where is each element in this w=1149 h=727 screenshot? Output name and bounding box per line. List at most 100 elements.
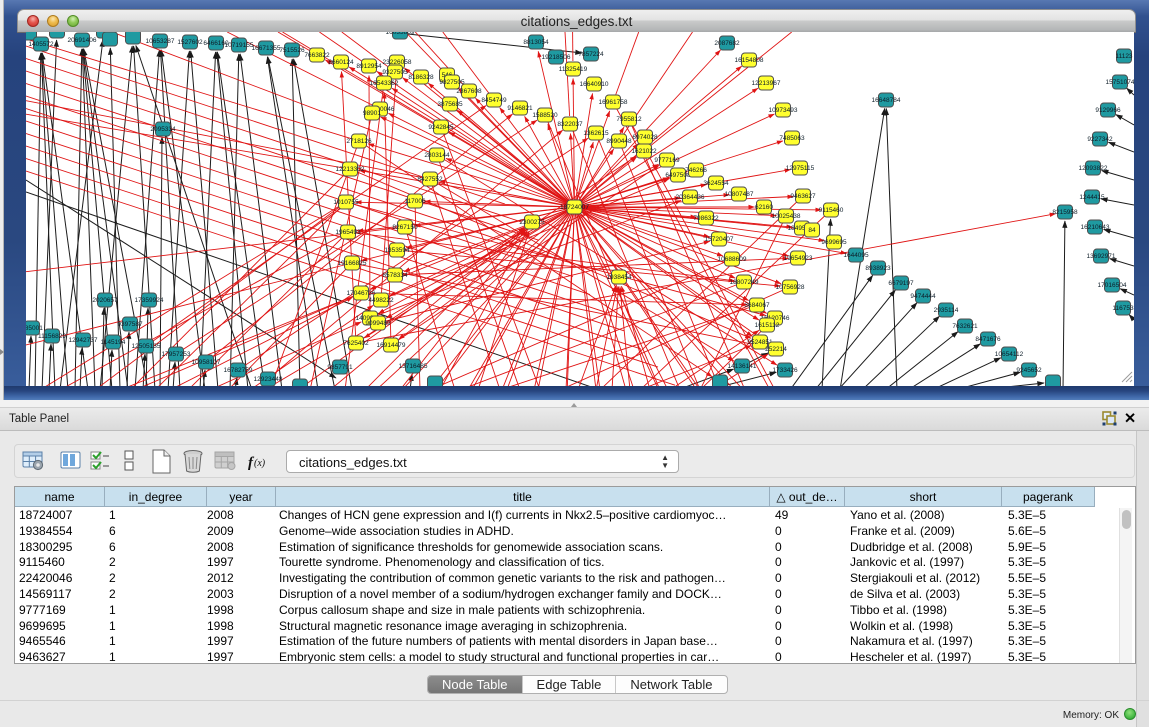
svg-text:16961758: 16961758 [599, 99, 628, 106]
svg-text:10688609: 10688609 [718, 256, 747, 263]
svg-text:16914479: 16914479 [377, 342, 406, 349]
svg-text:1938454: 1938454 [606, 274, 632, 281]
svg-text:12213302: 12213302 [336, 166, 365, 173]
svg-text:1621022: 1621022 [631, 148, 657, 155]
svg-text:12975115: 12975115 [786, 165, 815, 172]
svg-text:9146821: 9146821 [507, 105, 533, 112]
svg-text:9857791: 9857791 [327, 364, 353, 371]
svg-text:10719155: 10719155 [225, 42, 254, 49]
svg-text:13716485: 13716485 [399, 363, 428, 370]
svg-text:13692971: 13692971 [1087, 253, 1116, 260]
svg-text:8186328: 8186328 [408, 74, 434, 81]
svg-text:2087682: 2087682 [714, 40, 740, 47]
svg-text:12942737: 12942737 [69, 337, 98, 344]
svg-text:1405572: 1405572 [28, 41, 54, 48]
svg-text:62160: 62160 [755, 204, 773, 211]
svg-text:2803144: 2803144 [424, 152, 450, 159]
svg-text:10025438: 10025438 [772, 213, 801, 220]
svg-text:12213967: 12213967 [752, 80, 781, 87]
svg-text:6974028: 6974028 [632, 134, 658, 141]
svg-text:3875685: 3875685 [437, 101, 463, 108]
svg-text:6679197: 6679197 [888, 280, 914, 287]
svg-text:11123: 11123 [1115, 53, 1132, 60]
svg-text:(x): (x) [254, 458, 266, 469]
svg-text:4498222: 4498222 [368, 297, 394, 304]
svg-text:7485063: 7485063 [779, 135, 805, 142]
svg-text:10958107: 10958107 [192, 359, 221, 366]
svg-text:11325419: 11325419 [559, 66, 588, 73]
svg-text:16543362: 16543362 [370, 80, 399, 87]
svg-text:8813054: 8813054 [523, 39, 549, 46]
svg-text:8267150: 8267150 [392, 224, 418, 231]
svg-text:10756928: 10756928 [776, 284, 805, 291]
svg-text:9463627: 9463627 [790, 193, 816, 200]
svg-text:16640910: 16640910 [580, 81, 609, 88]
svg-text:17046736: 17046736 [347, 290, 376, 297]
svg-text:8990448: 8990448 [606, 138, 632, 145]
svg-text:19654923: 19654923 [784, 255, 813, 262]
svg-text:16154808: 16154808 [735, 57, 764, 64]
svg-text:1588520: 1588520 [532, 112, 558, 119]
svg-text:16648784: 16648784 [872, 97, 901, 104]
svg-text:1965493: 1965493 [335, 229, 361, 236]
svg-text:18724007: 18724007 [560, 204, 589, 211]
svg-text:746266: 746266 [685, 167, 707, 174]
svg-text:8938923: 8938923 [865, 265, 891, 272]
svg-text:7857224: 7857224 [578, 51, 604, 58]
svg-text:10653287: 10653287 [146, 38, 175, 45]
svg-text:9327505: 9327505 [382, 69, 408, 76]
svg-text:17957253: 17957253 [162, 351, 191, 358]
svg-text:252214: 252214 [765, 346, 787, 353]
svg-text:9115460: 9115460 [819, 207, 844, 214]
svg-text:17016504: 17016504 [1098, 282, 1127, 289]
svg-text:15751074: 15751074 [1106, 79, 1134, 86]
svg-text:10973493: 10973493 [769, 107, 798, 114]
svg-text:14136141: 14136141 [728, 363, 757, 370]
svg-text:1010755: 1010755 [333, 199, 359, 206]
svg-text:18807249: 18807249 [730, 279, 759, 286]
svg-text:98901: 98901 [363, 110, 381, 117]
svg-text:9099489: 9099489 [365, 320, 391, 327]
svg-text:20364436: 20364436 [676, 194, 705, 201]
svg-text:1615112: 1615112 [755, 322, 780, 329]
svg-text:2300275: 2300275 [519, 219, 545, 226]
svg-text:17359924: 17359924 [135, 297, 164, 304]
svg-text:1644095: 1644095 [843, 252, 869, 259]
svg-text:9245652: 9245652 [1016, 367, 1042, 374]
svg-text:2095334: 2095334 [150, 126, 176, 133]
svg-text:116753: 116753 [1112, 305, 1134, 312]
svg-text:117006: 117006 [404, 198, 426, 205]
svg-text:9699695: 9699695 [821, 239, 847, 246]
svg-text:7632621: 7632621 [952, 323, 978, 330]
svg-text:2020657: 2020657 [92, 297, 118, 304]
svg-text:11156829: 11156829 [38, 333, 66, 340]
svg-text:9227342: 9227342 [1087, 136, 1113, 143]
svg-text:8578334: 8578334 [382, 272, 408, 279]
svg-text:1733426: 1733426 [772, 367, 798, 374]
svg-text:12923448: 12923448 [254, 376, 283, 383]
svg-text:3624554: 3624554 [703, 180, 729, 187]
svg-text:1353594: 1353594 [384, 247, 410, 254]
svg-text:9397587: 9397587 [117, 321, 143, 328]
svg-text:8471676: 8471676 [975, 336, 1001, 343]
svg-text:1145194: 1145194 [101, 339, 126, 346]
svg-text:8215958: 8215958 [1052, 209, 1078, 216]
svg-text:1527602: 1527602 [177, 39, 203, 46]
svg-text:12093822: 12093822 [1079, 165, 1108, 172]
svg-text:19166825: 19166825 [338, 260, 367, 267]
svg-text:8427552: 8427552 [417, 176, 443, 183]
svg-text:19218506: 19218506 [542, 54, 571, 61]
svg-text:10807487: 10807487 [725, 191, 754, 198]
svg-text:15720407: 15720407 [705, 236, 734, 243]
svg-text:20691406: 20691406 [68, 37, 97, 44]
svg-text:7986322: 7986322 [693, 215, 719, 222]
svg-text:12505135: 12505135 [132, 343, 161, 350]
svg-text:7625402: 7625402 [343, 340, 369, 347]
svg-text:985001: 985001 [26, 325, 43, 332]
svg-text:10654112: 10654112 [995, 351, 1024, 358]
svg-text:8322037: 8322037 [557, 121, 583, 128]
svg-text:8912954: 8912954 [356, 63, 382, 70]
svg-text:9129966: 9129966 [1095, 107, 1121, 114]
svg-text:2935114: 2935114 [934, 307, 959, 314]
svg-text:1244415: 1244415 [1079, 194, 1105, 201]
